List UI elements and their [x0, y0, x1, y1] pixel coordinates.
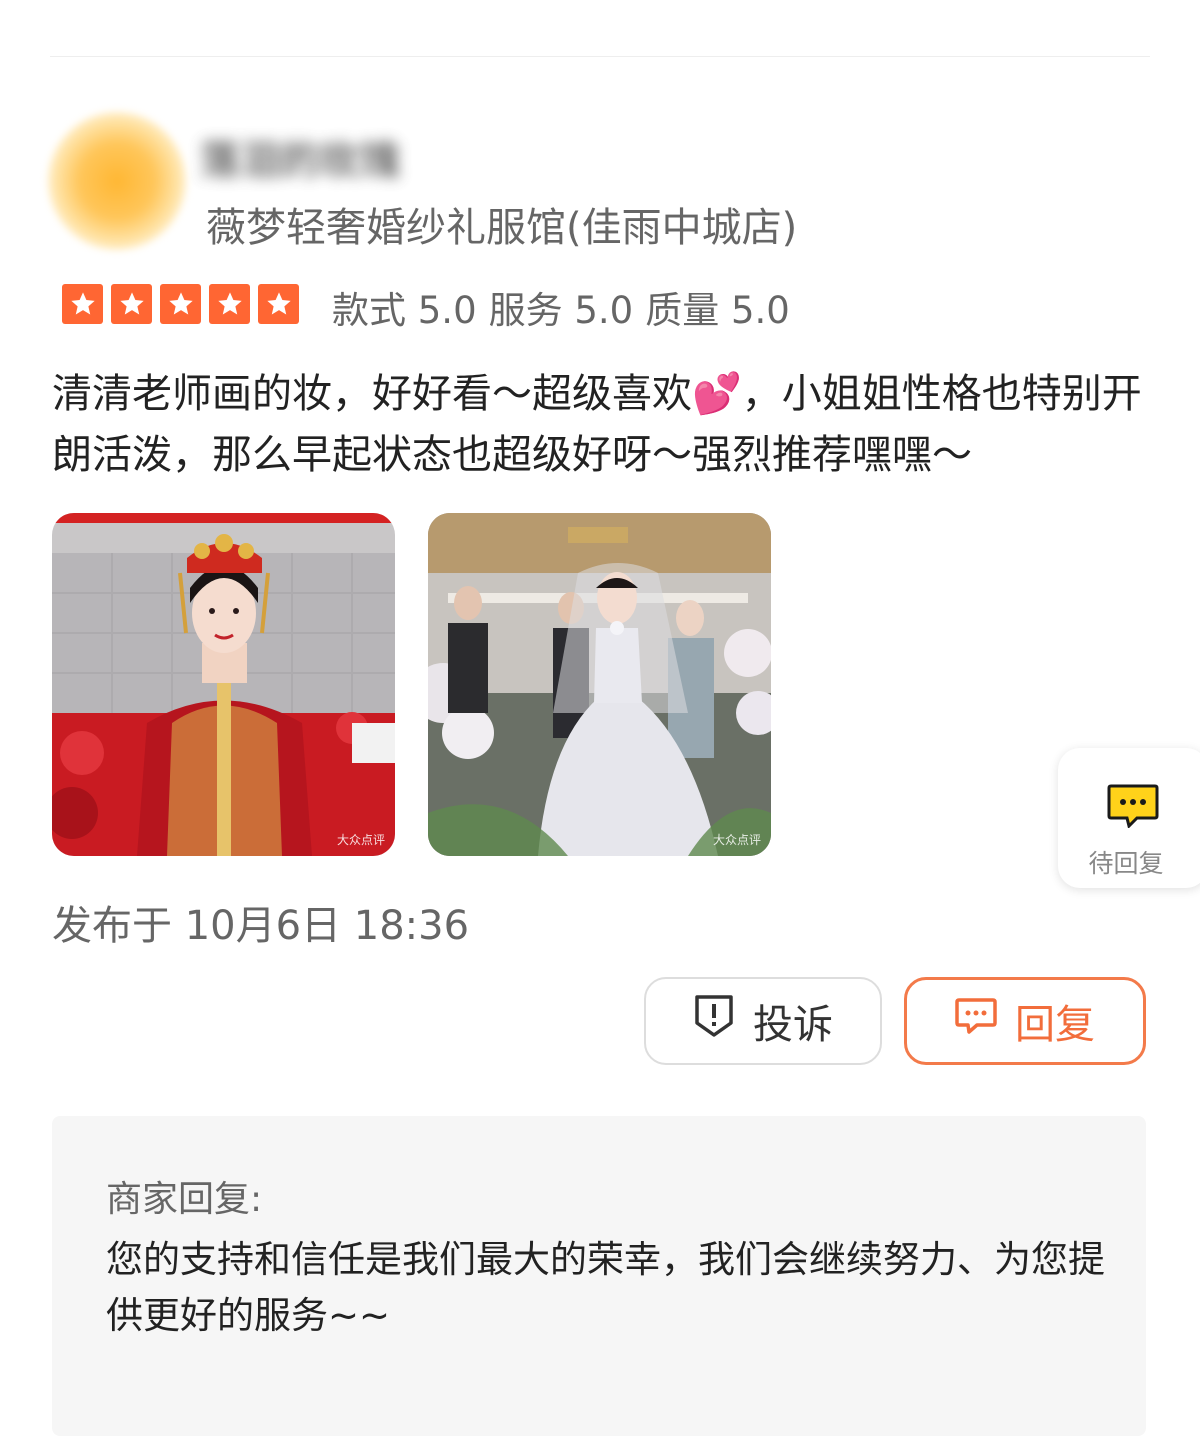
publish-time: 发布于 10月6日 18:36 — [52, 903, 470, 949]
score-style: 款式 5.0 — [332, 280, 477, 334]
pending-reply-button[interactable]: 待回复 — [1058, 748, 1200, 888]
shield-alert-icon — [693, 993, 735, 1049]
chat-bubble-icon — [1107, 784, 1159, 832]
review-text: 清清老师画的妆，好好看～超级喜欢💕，小姐姐性格也特别开朗活泼，那么早起状态也超级… — [52, 371, 1142, 478]
score-value: 5.0 — [730, 289, 790, 332]
score-quality: 质量 5.0 — [645, 280, 790, 334]
photo-watermark: 大众点评 — [336, 833, 385, 847]
shop-name[interactable]: 薇梦轻奢婚纱礼服馆(佳雨中城店) — [206, 195, 797, 253]
score-label: 款式 — [332, 289, 406, 332]
photo-watermark: 大众点评 — [712, 833, 761, 847]
review-photo-1[interactable]: 大众点评 — [52, 513, 395, 856]
pending-reply-label: 待回复 — [1088, 849, 1164, 878]
complain-button[interactable]: 投诉 — [644, 977, 882, 1065]
star-icon — [160, 284, 201, 324]
merchant-reply: 商家回复: 您的支持和信任是我们最大的荣幸，我们会继续努力、为您提供更好的服务~… — [52, 1116, 1146, 1436]
star-icon — [209, 284, 250, 324]
score-label: 服务 — [488, 289, 563, 332]
score-value: 5.0 — [417, 289, 477, 332]
score-service: 服务 5.0 — [489, 280, 634, 334]
score-label: 质量 — [645, 289, 720, 332]
merchant-reply-title: 商家回复: — [106, 1179, 263, 1220]
score-list: 款式 5.0 服务 5.0 质量 5.0 — [332, 280, 790, 334]
chat-bubble-icon — [955, 997, 997, 1045]
complain-label: 投诉 — [753, 1002, 833, 1048]
star-icon — [62, 284, 103, 324]
merchant-reply-text: 您的支持和信任是我们最大的荣幸，我们会继续努力、为您提供更好的服务~~ — [106, 1238, 1105, 1337]
star-icon — [111, 284, 152, 324]
score-value: 5.0 — [574, 289, 634, 332]
reply-label: 回复 — [1015, 1002, 1095, 1048]
reply-button[interactable]: 回复 — [904, 977, 1146, 1065]
avatar[interactable] — [48, 112, 186, 250]
top-divider — [50, 56, 1150, 57]
star-icon — [258, 284, 299, 324]
review-photo-2[interactable]: 大众点评 — [428, 513, 771, 856]
star-rating — [62, 284, 299, 324]
user-name[interactable]: 落泪的玫瑰 — [200, 122, 520, 192]
